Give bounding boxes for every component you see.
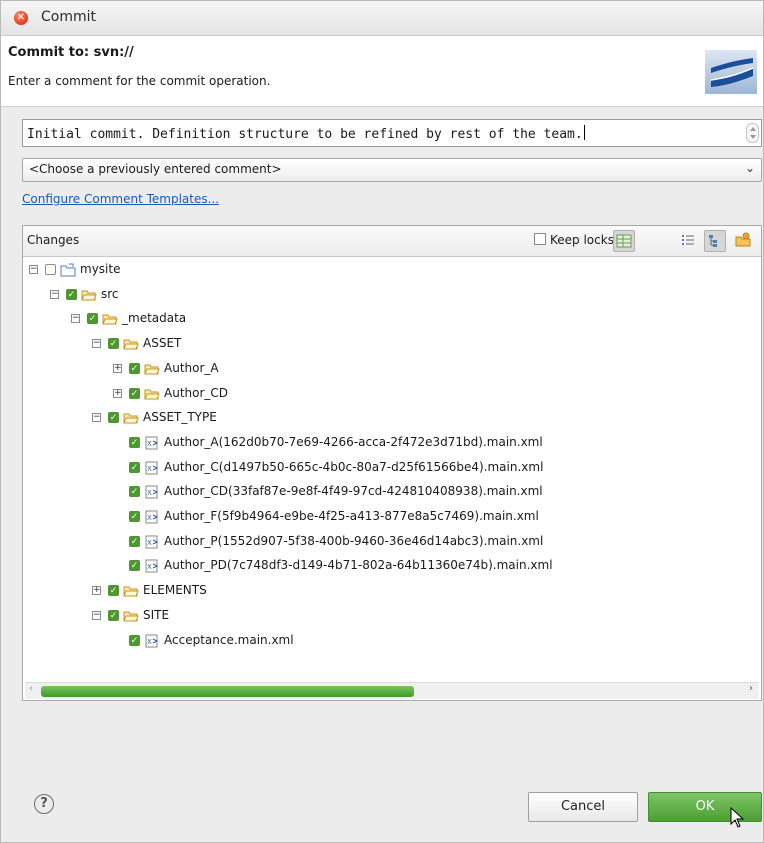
tree-item-label: src xyxy=(101,287,119,301)
close-icon[interactable]: ✕ xyxy=(14,11,28,25)
tree-item-checkbox[interactable]: ✓ xyxy=(108,585,119,596)
xml-file-icon: X xyxy=(144,484,160,500)
collapse-icon[interactable]: − xyxy=(71,314,80,323)
tree-item-label: _metadata xyxy=(122,311,187,325)
show-table-icon[interactable] xyxy=(613,230,635,252)
tree-item-checkbox[interactable]: ✓ xyxy=(129,388,140,399)
changes-label: Changes xyxy=(27,233,80,247)
svg-text:X: X xyxy=(147,638,152,646)
scroll-left-icon[interactable]: ‹ xyxy=(29,683,33,694)
comment-input[interactable]: Initial commit. Definition structure to … xyxy=(22,119,762,147)
tree-item-label: Author_CD(33faf87e-9e8f-4f49-97cd-424810… xyxy=(164,484,543,498)
svg-text:X: X xyxy=(147,440,152,448)
tree-item-label: ELEMENTS xyxy=(143,583,207,597)
tree-item-label: Author_P(1552d907-5f38-400b-9460-36e46d1… xyxy=(164,534,544,548)
folder-icon xyxy=(144,361,160,377)
expand-icon[interactable]: + xyxy=(113,364,122,373)
svg-text:X: X xyxy=(147,465,152,473)
previous-comment-selected: <Choose a previously entered comment> xyxy=(29,162,282,176)
tree-item-label: mysite xyxy=(80,262,121,276)
tree-item-label: ASSET xyxy=(143,336,182,350)
tree-view-icon[interactable] xyxy=(704,230,726,252)
tree-item-label: Author_A(162d0b70-7e69-4266-acca-2f472e3… xyxy=(164,435,543,449)
folder-icon xyxy=(123,608,139,624)
collapse-icon[interactable]: − xyxy=(50,290,59,299)
tree-item-label: ASSET_TYPE xyxy=(143,410,217,424)
configure-templates-link[interactable]: Configure Comment Templates... xyxy=(22,192,219,206)
scroll-thumb[interactable] xyxy=(41,686,414,697)
tree-item-label: Author_F(5f9b4964-e9be-4f25-a413-877e8a5… xyxy=(164,509,539,523)
folder-icon xyxy=(102,311,118,327)
svg-text:X: X xyxy=(147,489,152,497)
text-caret xyxy=(583,125,585,140)
tree-item-checkbox[interactable]: ✓ xyxy=(45,264,56,275)
tree-item-label: Author_C(d1497b50-665c-4b0c-80a7-d25f615… xyxy=(164,460,544,474)
xml-file-icon: X xyxy=(144,633,160,649)
previous-comment-select[interactable]: <Choose a previously entered comment> ⌄ xyxy=(22,158,762,182)
svg-text:X: X xyxy=(147,563,152,571)
svg-text:X: X xyxy=(147,514,152,522)
tree-item-checkbox[interactable]: ✓ xyxy=(129,635,140,646)
comment-text: Initial commit. Definition structure to … xyxy=(27,127,583,142)
compressed-folders-icon[interactable] xyxy=(733,230,755,252)
tree-item-label: Author_A xyxy=(164,361,219,375)
xml-file-icon: X xyxy=(144,460,160,476)
help-icon[interactable]: ? xyxy=(34,794,54,814)
dialog-header: Commit to: svn:// Enter a comment for th… xyxy=(1,36,763,107)
tree-item-checkbox[interactable]: ✓ xyxy=(108,610,119,621)
comment-scroll-spinner[interactable] xyxy=(746,123,759,143)
tree-item-checkbox[interactable]: ✓ xyxy=(66,289,77,300)
folder-icon xyxy=(123,583,139,599)
chevron-down-icon[interactable]: ⌄ xyxy=(745,161,755,175)
keep-locks-label: Keep locks xyxy=(550,233,614,247)
title-bar: ✕ Commit xyxy=(1,1,763,36)
tree-item-checkbox[interactable]: ✓ xyxy=(129,511,140,522)
tree-item-checkbox[interactable]: ✓ xyxy=(87,313,98,324)
xml-file-icon: X xyxy=(144,534,160,550)
collapse-icon[interactable]: − xyxy=(92,339,101,348)
window-title: Commit xyxy=(41,9,96,25)
page-description: Enter a comment for the commit operation… xyxy=(8,74,271,88)
tree-item-checkbox[interactable]: ✓ xyxy=(108,412,119,423)
collapse-icon[interactable]: − xyxy=(92,413,101,422)
xml-file-icon: X xyxy=(144,509,160,525)
tree-item-label: Author_PD(7c748df3-d149-4b71-802a-64b113… xyxy=(164,558,553,572)
cancel-button[interactable]: Cancel xyxy=(528,792,638,822)
tree-item-checkbox[interactable]: ✓ xyxy=(129,560,140,571)
folder-icon xyxy=(123,336,139,352)
tree-item-checkbox[interactable]: ✓ xyxy=(129,536,140,547)
tree-item-checkbox[interactable]: ✓ xyxy=(129,486,140,497)
xml-file-icon: X xyxy=(144,435,160,451)
keep-locks-checkbox[interactable]: Keep locks xyxy=(534,233,614,247)
keep-locks-box[interactable] xyxy=(534,233,546,245)
tree-item-checkbox[interactable]: ✓ xyxy=(129,363,140,374)
svg-text:X: X xyxy=(147,539,152,547)
folder-icon xyxy=(144,386,160,402)
collapse-icon[interactable]: − xyxy=(92,611,101,620)
tree-item-label: Acceptance.main.xml xyxy=(164,633,294,647)
mouse-pointer-icon xyxy=(730,807,744,828)
collapse-icon[interactable]: − xyxy=(29,265,38,274)
expand-icon[interactable]: + xyxy=(92,586,101,595)
project-folder-icon xyxy=(60,262,76,278)
tree-item-label: Author_CD xyxy=(164,386,229,400)
changes-panel: Changes Keep locks −✓mysite−✓src−✓_metad… xyxy=(22,225,762,701)
xml-file-icon: X xyxy=(144,558,160,574)
expand-icon[interactable]: + xyxy=(113,389,122,398)
flat-list-icon[interactable] xyxy=(678,230,700,252)
tree-item-checkbox[interactable]: ✓ xyxy=(129,437,140,448)
tree-item-label: SITE xyxy=(143,608,170,622)
horizontal-scrollbar[interactable]: ‹ › xyxy=(25,682,759,699)
commit-dialog: ✕ Commit Commit to: svn:// Enter a comme… xyxy=(0,0,764,843)
page-title: Commit to: svn:// xyxy=(8,45,134,60)
folder-icon xyxy=(81,287,97,303)
tree-item-checkbox[interactable]: ✓ xyxy=(108,338,119,349)
tree-item-checkbox[interactable]: ✓ xyxy=(129,462,140,473)
svn-logo-icon xyxy=(705,50,757,94)
folder-icon xyxy=(123,410,139,426)
ok-button[interactable]: OK xyxy=(648,792,762,822)
scroll-right-icon[interactable]: › xyxy=(749,683,753,694)
changes-toolbar: Changes Keep locks xyxy=(23,226,761,257)
